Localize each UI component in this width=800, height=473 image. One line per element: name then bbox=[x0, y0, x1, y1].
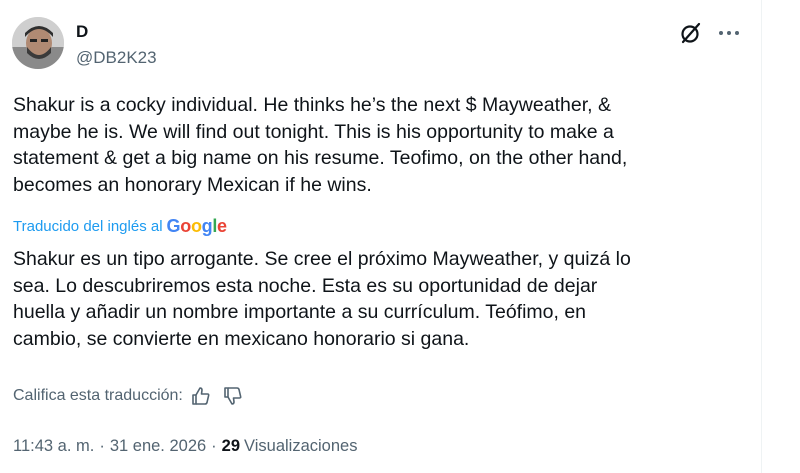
google-logo-letter: e bbox=[217, 216, 227, 236]
rate-translation: Califica esta traducción: bbox=[13, 386, 243, 406]
column-divider bbox=[761, 0, 762, 473]
google-logo-letter: o bbox=[190, 216, 202, 236]
thumbs-down-icon[interactable] bbox=[223, 386, 243, 406]
tweet-text: Shakur is a cocky individual. He thinks … bbox=[13, 94, 628, 196]
rate-translation-label: Califica esta traducción: bbox=[13, 387, 183, 404]
author-handle[interactable]: @DB2K23 bbox=[76, 48, 157, 68]
avatar-photo bbox=[12, 17, 64, 69]
google-logo-letter: g bbox=[201, 216, 213, 236]
grok-icon[interactable] bbox=[678, 20, 704, 46]
tweet-time[interactable]: 11:43 a. m. bbox=[13, 437, 94, 456]
translated-text: Shakur es un tipo arrogante. Se cree el … bbox=[13, 248, 631, 350]
translation-attribution: Traducido del inglés al Google bbox=[13, 216, 227, 237]
google-logo-letter: o bbox=[180, 216, 191, 236]
meta-separator: · bbox=[99, 437, 105, 455]
google-logo: Google bbox=[166, 216, 228, 237]
views-label: Visualizaciones bbox=[244, 437, 358, 455]
meta-separator: · bbox=[211, 437, 217, 455]
google-logo-letter: G bbox=[166, 216, 181, 236]
translated-from-link[interactable]: Traducido del inglés al bbox=[13, 218, 163, 235]
more-icon[interactable] bbox=[716, 20, 742, 46]
tweet-date[interactable]: 31 ene. 2026 bbox=[110, 437, 206, 456]
views-count: 29 bbox=[221, 437, 241, 455]
avatar[interactable] bbox=[12, 17, 64, 69]
thumbs-up-icon[interactable] bbox=[191, 386, 211, 406]
tweet-meta: 11:43 a. m. · 31 ene. 2026 · 29 Visualiz… bbox=[13, 437, 357, 456]
author-name[interactable]: D bbox=[76, 22, 88, 42]
